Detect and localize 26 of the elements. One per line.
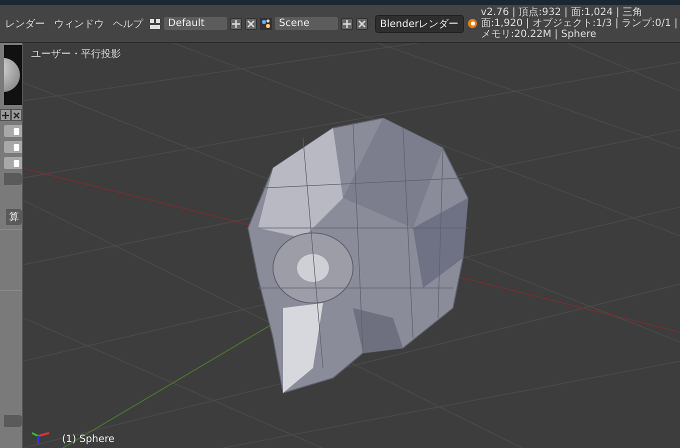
layout-field[interactable]: Default (164, 17, 227, 30)
logo-icon (466, 18, 478, 29)
slot-field[interactable] (4, 125, 22, 137)
object-label: (1) Sphere (62, 434, 115, 445)
render-engine-dropdown[interactable]: Blenderレンダー (375, 14, 464, 32)
slot-field[interactable] (4, 141, 22, 153)
menu-item[interactable]: レンダー (2, 16, 48, 30)
scene-icon[interactable] (260, 18, 272, 30)
scene-statistics: v2.76 | 頂点:932 | 面:1,024 | 三角面:1,920 | オブジェクト:1/3 | ランプ:0/1 | メモリ:20.22M | Sphere (480, 7, 678, 40)
material-preview (4, 45, 22, 105)
panel-button[interactable]: 算 (6, 209, 22, 225)
layout-grid-icon[interactable] (149, 18, 161, 30)
view-label: ユーザー・平行投影 (31, 48, 122, 61)
slot-field[interactable] (4, 157, 22, 169)
axis-gizmo-icon (31, 432, 50, 445)
add-button[interactable] (341, 18, 353, 30)
add-button[interactable] (0, 109, 11, 121)
3d-viewport[interactable]: ユーザー・平行投影 (1) Sphere (23, 43, 680, 448)
delete-button[interactable] (245, 18, 257, 30)
delete-button[interactable] (11, 109, 22, 121)
property-list (0, 229, 22, 291)
delete-button[interactable] (356, 18, 368, 30)
add-button[interactable] (230, 18, 242, 30)
menu-item[interactable]: ヘルプ (110, 16, 146, 30)
menu-item[interactable]: ウィンドウ (51, 16, 107, 30)
scene-field[interactable]: Scene (275, 17, 338, 30)
